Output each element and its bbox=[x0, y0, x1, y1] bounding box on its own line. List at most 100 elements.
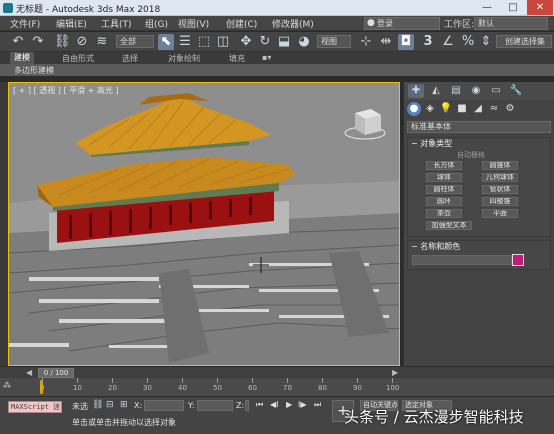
geosphere-button[interactable]: 几何球体 bbox=[482, 173, 518, 182]
sign-in-value: 登录 bbox=[377, 19, 393, 28]
tab-modeling[interactable]: 建模 bbox=[10, 52, 34, 64]
tab-object-paint[interactable]: 对象绘制 bbox=[168, 53, 200, 64]
window-title: 无标题 - Autodesk 3ds Max 2018 bbox=[16, 5, 161, 15]
rotate-icon[interactable]: ↻ bbox=[257, 34, 273, 50]
shapes-icon[interactable]: ◈ bbox=[423, 102, 437, 116]
tab-selection[interactable]: 选择 bbox=[122, 53, 138, 64]
object-type-header[interactable]: − 对象类型 bbox=[408, 138, 550, 149]
bind-spacewarp-icon[interactable]: ≋ bbox=[94, 34, 110, 50]
cone-button[interactable]: 圆锥体 bbox=[482, 161, 518, 170]
unlink-icon[interactable]: ⊘ bbox=[74, 34, 90, 50]
object-color-swatch[interactable] bbox=[512, 254, 524, 266]
rect-selection-icon[interactable]: ⬚ bbox=[196, 34, 212, 50]
utilities-tab-icon[interactable]: 🔧 bbox=[508, 84, 524, 98]
lights-icon[interactable]: 💡 bbox=[439, 102, 453, 116]
helpers-icon[interactable]: ◢ bbox=[471, 102, 485, 116]
menu-modifiers[interactable]: 修改器(M) bbox=[272, 17, 314, 30]
teapot-button[interactable]: 茶壶 bbox=[426, 209, 462, 218]
selection-set-select[interactable]: 创建选择集 bbox=[496, 35, 552, 48]
play-icon[interactable]: ▶ bbox=[286, 400, 292, 409]
link-icon[interactable]: ⛓ bbox=[54, 34, 71, 50]
redo-icon[interactable]: ↷ bbox=[30, 34, 46, 50]
selection-filter-select[interactable]: 全部 bbox=[116, 35, 154, 48]
lock-selection-icon[interactable]: ⛓ bbox=[92, 400, 103, 410]
motion-tab-icon[interactable]: ◉ bbox=[468, 84, 484, 98]
absolute-mode-icon[interactable]: ⊞ bbox=[120, 400, 128, 410]
percent-snap-icon[interactable]: % bbox=[460, 34, 476, 50]
goto-end-icon[interactable]: ⏭ bbox=[314, 400, 321, 410]
name-color-rollout: − 名称和颜色 bbox=[407, 240, 551, 270]
tab-populate[interactable]: 填充 bbox=[229, 53, 245, 64]
next-frame-icon[interactable]: ▶ bbox=[392, 368, 398, 377]
pivot-icon[interactable]: ⊹ bbox=[358, 34, 374, 50]
box-button[interactable]: 长方体 bbox=[426, 161, 462, 170]
menu-file[interactable]: 文件(F) bbox=[10, 17, 40, 30]
menu-tools[interactable]: 工具(T) bbox=[101, 17, 132, 30]
reference-coordinate-select[interactable]: 视图 bbox=[317, 35, 351, 48]
select-by-name-icon[interactable]: ☰ bbox=[177, 34, 193, 50]
minimize-button[interactable]: — bbox=[474, 0, 500, 15]
sphere-button[interactable]: 球体 bbox=[426, 173, 462, 182]
cylinder-button[interactable]: 圆柱体 bbox=[426, 185, 462, 194]
undo-icon[interactable]: ↶ bbox=[10, 34, 26, 50]
sign-in-field[interactable]: ● 登录 bbox=[364, 17, 440, 30]
select-object-icon[interactable]: ⬉ bbox=[158, 34, 174, 50]
menu-group[interactable]: 组(G) bbox=[145, 17, 168, 30]
scale-icon[interactable]: ⬓ bbox=[276, 34, 292, 50]
spacewarps-icon[interactable]: ≈ bbox=[487, 102, 501, 116]
mirror-icon[interactable]: ⇹ bbox=[378, 34, 394, 50]
category-select[interactable]: 标准基本体 bbox=[407, 121, 551, 133]
tube-button[interactable]: 管状体 bbox=[482, 185, 518, 194]
display-tab-icon[interactable]: ▭ bbox=[488, 84, 504, 98]
autogrid-checkbox[interactable]: 自动栅格 bbox=[457, 150, 485, 160]
polygon-modeling-label[interactable]: 多边形建模 bbox=[14, 65, 54, 76]
plane-button[interactable]: 平面 bbox=[482, 209, 518, 218]
snap-3-icon[interactable]: 3 bbox=[420, 34, 436, 50]
maxscript-listener[interactable]: MAXScript 迷 bbox=[8, 401, 62, 413]
menu-edit[interactable]: 编辑(E) bbox=[56, 17, 87, 30]
menu-create[interactable]: 创建(C) bbox=[226, 17, 257, 30]
geometry-icon[interactable]: ● bbox=[407, 102, 421, 116]
menu-views[interactable]: 视图(V) bbox=[178, 17, 209, 30]
ribbon-options-icon[interactable]: ▪▾ bbox=[262, 53, 271, 62]
spinner-snap-icon[interactable]: ⇕ bbox=[478, 34, 494, 50]
curve-editor-icon[interactable]: ⁂ bbox=[3, 381, 11, 390]
time-slider[interactable]: 0 / 100 bbox=[38, 368, 74, 378]
isolate-icon[interactable]: ⊟ bbox=[106, 400, 114, 410]
cameras-icon[interactable]: ■ bbox=[455, 102, 469, 116]
name-color-header[interactable]: − 名称和颜色 bbox=[408, 241, 550, 252]
move-icon[interactable]: ✥ bbox=[238, 34, 254, 50]
place-icon[interactable]: ◕ bbox=[296, 34, 312, 50]
object-name-field[interactable] bbox=[412, 255, 512, 265]
prev-key-icon[interactable]: ◀Ⅰ bbox=[270, 400, 279, 409]
y-coordinate-field[interactable] bbox=[197, 400, 233, 411]
maximize-button[interactable]: □ bbox=[500, 0, 526, 15]
goto-start-icon[interactable]: ⏮ bbox=[256, 400, 263, 410]
track-bar[interactable]: ⁂ 0 10 20 30 40 50 60 70 80 90 100 bbox=[0, 378, 554, 396]
viewport-label[interactable]: [ + ] [ 透视 ] [ 平滑 + 高光 ] bbox=[13, 85, 119, 96]
systems-icon[interactable]: ⚙ bbox=[503, 102, 517, 116]
app-icon bbox=[3, 3, 13, 13]
ribbon-panel: 多边形建模 bbox=[0, 64, 554, 76]
selection-status: 未选 bbox=[72, 402, 88, 411]
window-crossing-icon[interactable]: ◫ bbox=[215, 34, 231, 50]
hierarchy-tab-icon[interactable]: ▤ bbox=[448, 84, 464, 98]
modify-tab-icon[interactable]: ◭ bbox=[428, 84, 444, 98]
workspace-label: 工作区: bbox=[444, 20, 475, 30]
perspective-viewport[interactable]: [ + ] [ 透视 ] [ 平滑 + 高光 ] bbox=[8, 82, 400, 366]
textplus-button[interactable]: 加强型文本 bbox=[426, 221, 472, 230]
torus-button[interactable]: 圆环 bbox=[426, 197, 462, 206]
title-bar: 无标题 - Autodesk 3ds Max 2018 — □ ✕ bbox=[0, 0, 554, 16]
next-key-icon[interactable]: Ⅰ▶ bbox=[298, 400, 307, 409]
x-coordinate-field[interactable] bbox=[144, 400, 184, 411]
angle-snap-icon[interactable]: ∠ bbox=[440, 34, 456, 50]
prev-frame-icon[interactable]: ◀ bbox=[26, 368, 32, 377]
pyramid-button[interactable]: 四棱锥 bbox=[482, 197, 518, 206]
close-button[interactable]: ✕ bbox=[527, 0, 553, 15]
z-coordinate-field[interactable] bbox=[245, 400, 249, 411]
create-tab-icon[interactable]: ✚ bbox=[408, 84, 424, 98]
scene-render bbox=[9, 83, 399, 365]
workspace-select[interactable]: 默认 bbox=[474, 17, 548, 30]
align-icon[interactable]: ◘ bbox=[398, 34, 414, 50]
tab-freeform[interactable]: 自由形式 bbox=[62, 53, 94, 64]
